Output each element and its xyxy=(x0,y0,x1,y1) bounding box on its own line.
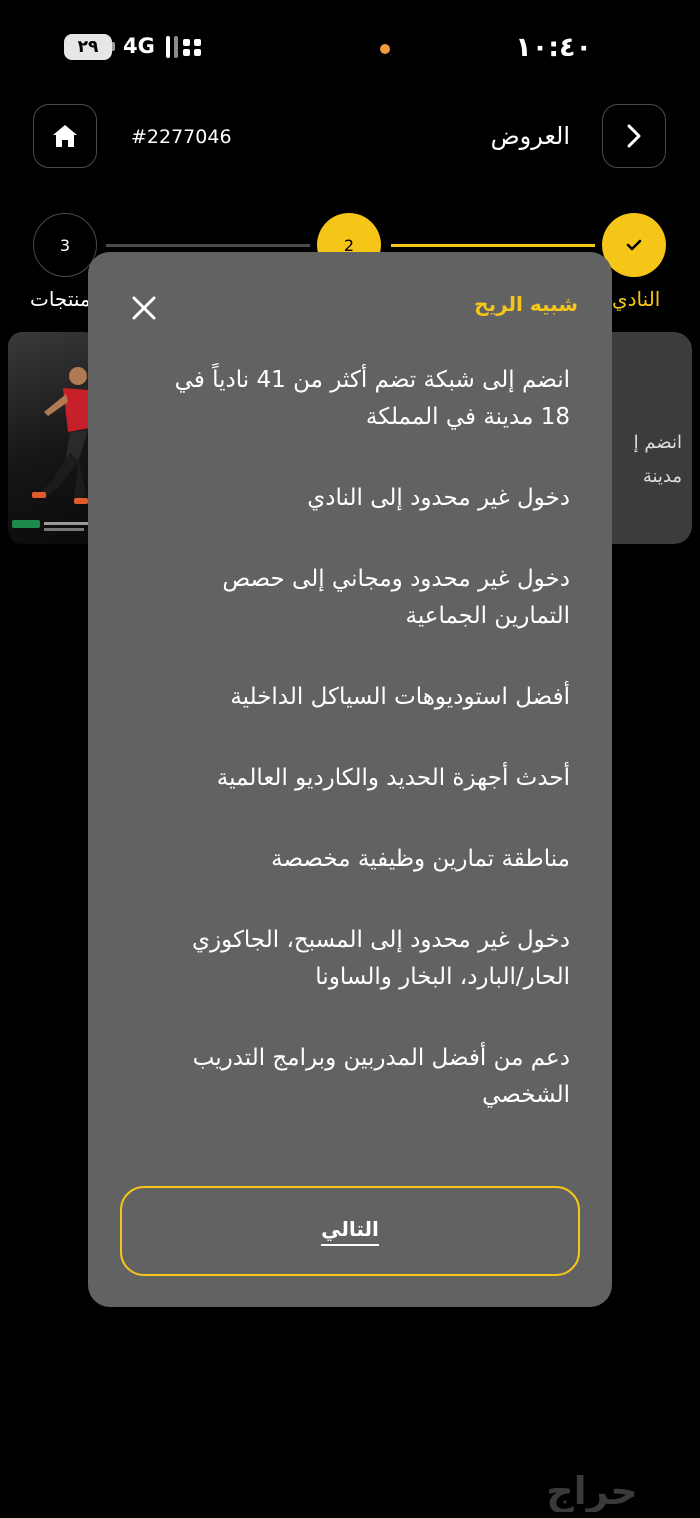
stepper-line-upcoming xyxy=(106,244,310,247)
next-button-label: التالي xyxy=(321,1217,379,1246)
signal-icon xyxy=(166,36,206,58)
next-button[interactable]: التالي xyxy=(120,1186,580,1276)
feature-item: انضم إلى شبكة تضم أكثر من 41 نادياً في 1… xyxy=(174,367,570,430)
haraj-logo: حراج xyxy=(546,1469,637,1512)
modal-title: شبيه الريح xyxy=(474,292,578,316)
offer-card-text-line1: انضم إ xyxy=(633,432,682,453)
athlete-image xyxy=(12,367,90,531)
feature-item: دخول غير محدود إلى النادي xyxy=(307,485,570,511)
battery-tip xyxy=(112,42,115,51)
club-details-modal: شبيه الريح انضم إلى شبكة تضم أكثر من 41 … xyxy=(88,252,612,1307)
network-type: 4G xyxy=(123,34,155,58)
feature-item: مناطقة تمارين وظيفية مخصصة xyxy=(271,846,570,872)
privacy-dot-indicator xyxy=(380,44,390,54)
status-bar: ٢٩ 4G ١٠:٤٠ xyxy=(0,30,700,66)
checkmark-icon xyxy=(626,239,642,251)
feature-item: أفضل استوديوهات السياكل الداخلية xyxy=(230,684,570,710)
step-1-label: النادي xyxy=(612,287,661,311)
battery-indicator: ٢٩ xyxy=(64,34,112,60)
chevron-right-icon xyxy=(627,124,641,148)
clock: ١٠:٤٠ xyxy=(515,32,592,63)
feature-item: دخول غير محدود ومجاني إلى حصص التمارين ا… xyxy=(222,566,570,629)
feature-item: أحدث أجهزة الحديد والكارديو العالمية xyxy=(216,765,570,791)
feature-item: دعم من أفضل المدربين وبرامج التدريب الشخ… xyxy=(192,1045,570,1108)
home-icon xyxy=(53,125,77,147)
back-button[interactable] xyxy=(602,104,666,168)
close-icon xyxy=(132,296,156,320)
step-3-label: منتجات xyxy=(30,287,91,311)
step-1-circle[interactable] xyxy=(602,213,666,277)
close-button[interactable] xyxy=(128,292,160,324)
feature-item: دخول غير محدود إلى المسبح، الجاكوزي الحا… xyxy=(191,927,570,990)
offer-image-card[interactable] xyxy=(8,332,98,544)
feature-list: انضم إلى شبكة تضم أكثر من 41 نادياً في 1… xyxy=(140,362,570,1158)
offer-card-text-line2: مدينة xyxy=(642,466,682,487)
ad-id: #2277046 xyxy=(131,126,232,148)
svg-text:حراج: حراج xyxy=(546,1469,637,1512)
page-title: العروض xyxy=(490,122,570,150)
home-button[interactable] xyxy=(33,104,97,168)
step-3-circle[interactable]: 3 xyxy=(33,213,97,277)
stepper-line-completed xyxy=(391,244,595,247)
